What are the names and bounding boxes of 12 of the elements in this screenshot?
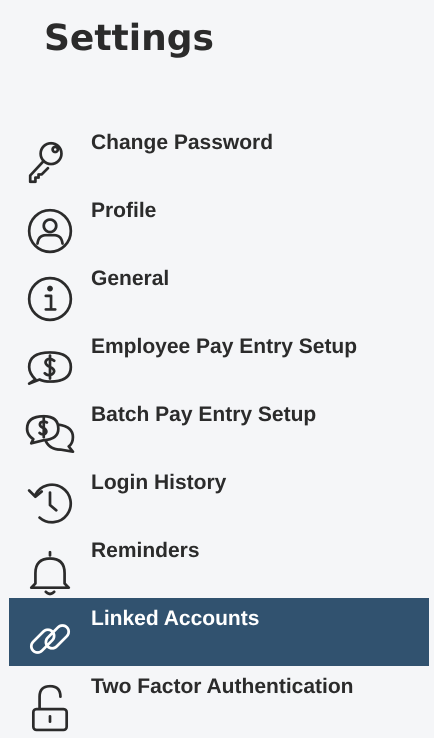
settings-menu-item[interactable]: Reminders bbox=[9, 530, 429, 598]
settings-menu-item[interactable]: Linked Accounts bbox=[9, 598, 429, 666]
user-icon bbox=[25, 206, 75, 256]
settings-menu-item[interactable]: Profile bbox=[9, 190, 429, 258]
settings-menu-item[interactable]: Change Password bbox=[9, 122, 429, 190]
settings-menu-item[interactable]: Two Factor Authentication bbox=[9, 666, 429, 734]
settings-menu-item[interactable]: Employee Pay Entry Setup bbox=[9, 326, 429, 394]
page-title: Settings bbox=[43, 17, 215, 61]
settings-menu-item[interactable]: Batch Pay Entry Setup bbox=[9, 394, 429, 462]
settings-menu-item[interactable]: Login History bbox=[9, 462, 429, 530]
settings-menu-item[interactable]: General bbox=[9, 258, 429, 326]
info-icon bbox=[25, 274, 75, 324]
